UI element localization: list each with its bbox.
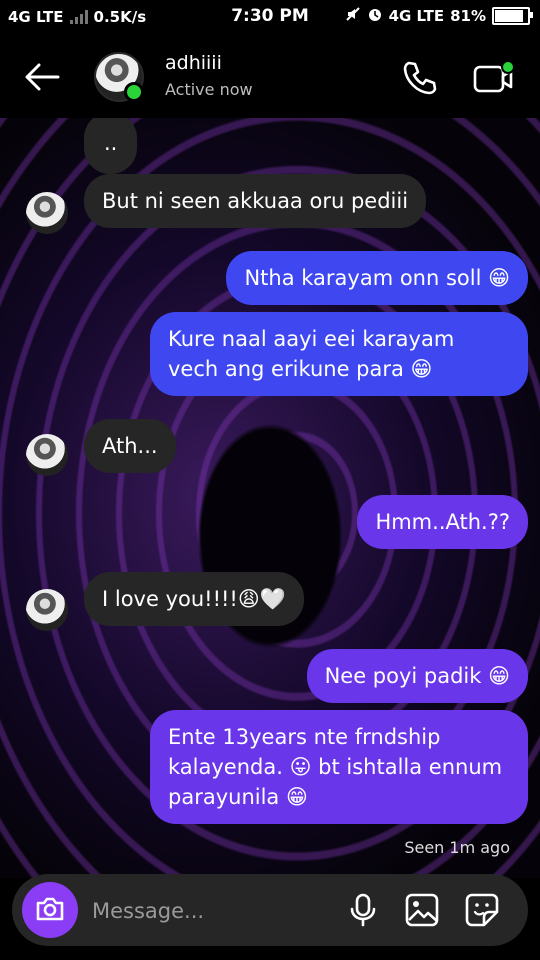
camera-button[interactable]	[22, 882, 78, 938]
message-bubble-sent[interactable]: Kure naal aayi eei karayam vech ang erik…	[150, 312, 528, 396]
sticker-icon	[465, 893, 499, 927]
video-call-button[interactable]	[472, 58, 516, 98]
status-right: 4G LTE 81%	[345, 6, 533, 26]
microphone-icon	[350, 893, 376, 927]
network-label-right: 4G LTE	[388, 7, 445, 25]
message-list[interactable]: .. But ni seen akkuaa oru pediii Ntha ka…	[0, 118, 540, 878]
contact-name[interactable]: adhiiii	[165, 52, 222, 74]
online-indicator	[124, 82, 144, 102]
sticker-button[interactable]	[464, 892, 500, 928]
avatar[interactable]	[26, 589, 68, 631]
message-bubble-received[interactable]: I love you!!!!😩🤍	[84, 572, 304, 626]
battery-icon	[492, 7, 533, 25]
call-button[interactable]	[400, 58, 440, 98]
message-bubble-sent[interactable]: Ente 13years nte frndship kalayenda. 😛 b…	[150, 710, 528, 824]
microphone-button[interactable]	[346, 892, 380, 928]
active-status: Active now	[165, 80, 253, 99]
message-bubble-sent[interactable]: Nee poyi padik 😁	[306, 649, 528, 703]
alarm-icon	[367, 6, 383, 26]
message-bubble-sent[interactable]: Ntha karayam onn soll 😁	[226, 251, 528, 305]
contact-avatar[interactable]	[94, 52, 144, 102]
battery-percent: 81%	[450, 7, 486, 25]
back-button[interactable]	[22, 60, 62, 94]
message-bubble-received[interactable]: ..	[84, 118, 138, 174]
image-icon	[405, 893, 439, 927]
status-bar: 4G LTE 0.5K/s 7:30 PM 4G LTE 81%	[0, 0, 540, 34]
message-composer	[12, 874, 528, 946]
avatar[interactable]	[26, 192, 68, 234]
seen-receipt: Seen 1m ago	[404, 838, 510, 857]
message-bubble-received[interactable]: But ni seen akkuaa oru pediii	[84, 174, 427, 228]
arrow-left-icon	[25, 63, 60, 91]
message-bubble-sent[interactable]: Hmm..Ath.??	[357, 495, 528, 549]
avatar[interactable]	[26, 434, 68, 476]
chat-header: adhiiii Active now	[0, 34, 540, 118]
message-input[interactable]	[90, 890, 344, 932]
phone-icon	[403, 61, 437, 95]
message-bubble-received[interactable]: Ath...	[84, 419, 176, 473]
mute-icon	[345, 6, 361, 26]
gallery-button[interactable]	[404, 892, 440, 928]
camera-icon	[36, 897, 64, 921]
video-camera-icon	[473, 60, 515, 93]
